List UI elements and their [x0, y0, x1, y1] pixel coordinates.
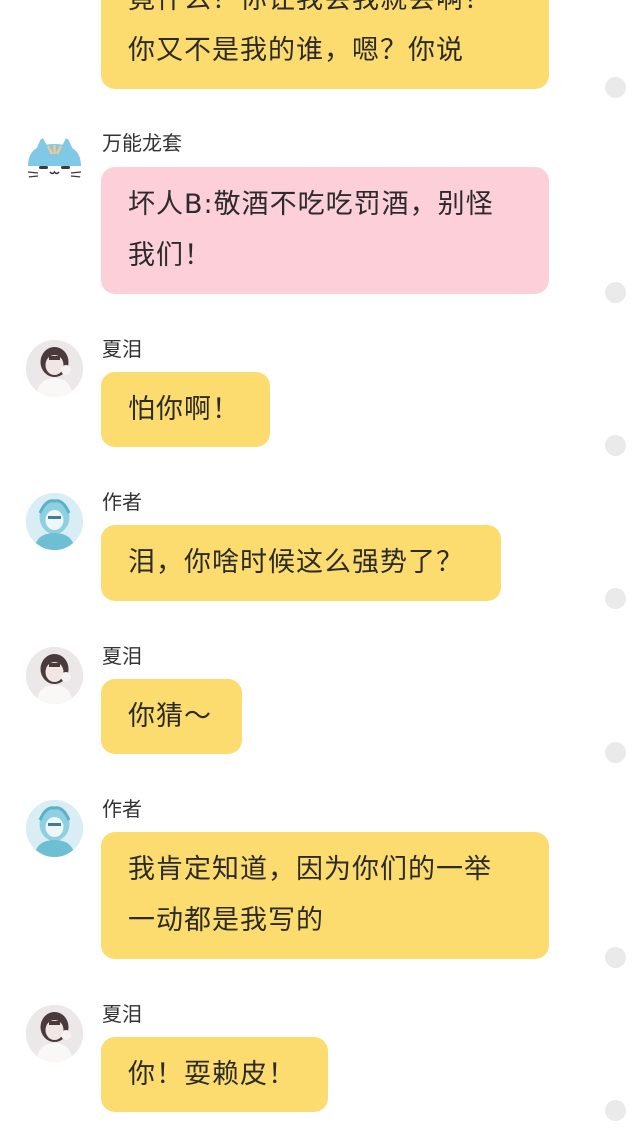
message-text-line: 泪，你啥时候这么强势了？ [128, 547, 464, 578]
message-status-dot[interactable] [605, 77, 626, 98]
message-status-dot[interactable] [605, 282, 626, 303]
sender-name: 夏泪 [102, 644, 142, 668]
cat-avatar-icon[interactable] [26, 136, 83, 193]
sender-name: 作者 [102, 797, 142, 821]
message-text-line: 你猜～ [128, 701, 212, 732]
message-status-dot[interactable] [605, 588, 626, 609]
message-text-line: 我们！ [128, 240, 212, 271]
message-text-line: 你又不是我的谁，嗯？你说 [128, 35, 464, 66]
message-bubble[interactable]: 怕你啊！ [101, 372, 270, 447]
sender-name: 万能龙套 [102, 131, 182, 155]
message-text-line: 你！耍赖皮！ [128, 1059, 296, 1090]
sender-name: 作者 [102, 490, 142, 514]
message-status-dot[interactable] [605, 947, 626, 968]
message-text-line: 怕你啊！ [128, 394, 240, 425]
girl-avatar-icon[interactable] [26, 340, 83, 397]
author-avatar-icon[interactable] [26, 493, 83, 550]
message-text-line: 一动都是我写的 [128, 905, 324, 936]
message-bubble[interactable]: 你！耍赖皮！ [101, 1037, 328, 1112]
message-bubble[interactable]: 坏人B:敬酒不吃吃罚酒，别怪 我们！ [101, 167, 549, 294]
sender-name: 夏泪 [102, 337, 142, 361]
girl-avatar-icon[interactable] [26, 647, 83, 704]
author-avatar-icon[interactable] [26, 800, 83, 857]
message-bubble[interactable]: 你猜～ [101, 679, 242, 754]
girl-avatar-icon[interactable] [26, 1005, 83, 1062]
message-text-line: 坏人B:敬酒不吃吃罚酒，别怪 [128, 189, 494, 220]
message-bubble[interactable]: 竟什么？你让我会我就会啊？ 你又不是我的谁，嗯？你说 [101, 0, 549, 89]
message-text-line: 我肯定知道，因为你们的一举 [128, 854, 492, 885]
message-bubble[interactable]: 我肯定知道，因为你们的一举 一动都是我写的 [101, 832, 549, 959]
message-status-dot[interactable] [605, 1100, 626, 1121]
message-text-line: 竟什么？你让我会我就会啊？ [128, 0, 522, 25]
message-bubble[interactable]: 泪，你啥时候这么强势了？ [101, 525, 501, 601]
message-status-dot[interactable] [605, 742, 626, 763]
message-status-dot[interactable] [605, 435, 626, 456]
sender-name: 夏泪 [102, 1002, 142, 1026]
